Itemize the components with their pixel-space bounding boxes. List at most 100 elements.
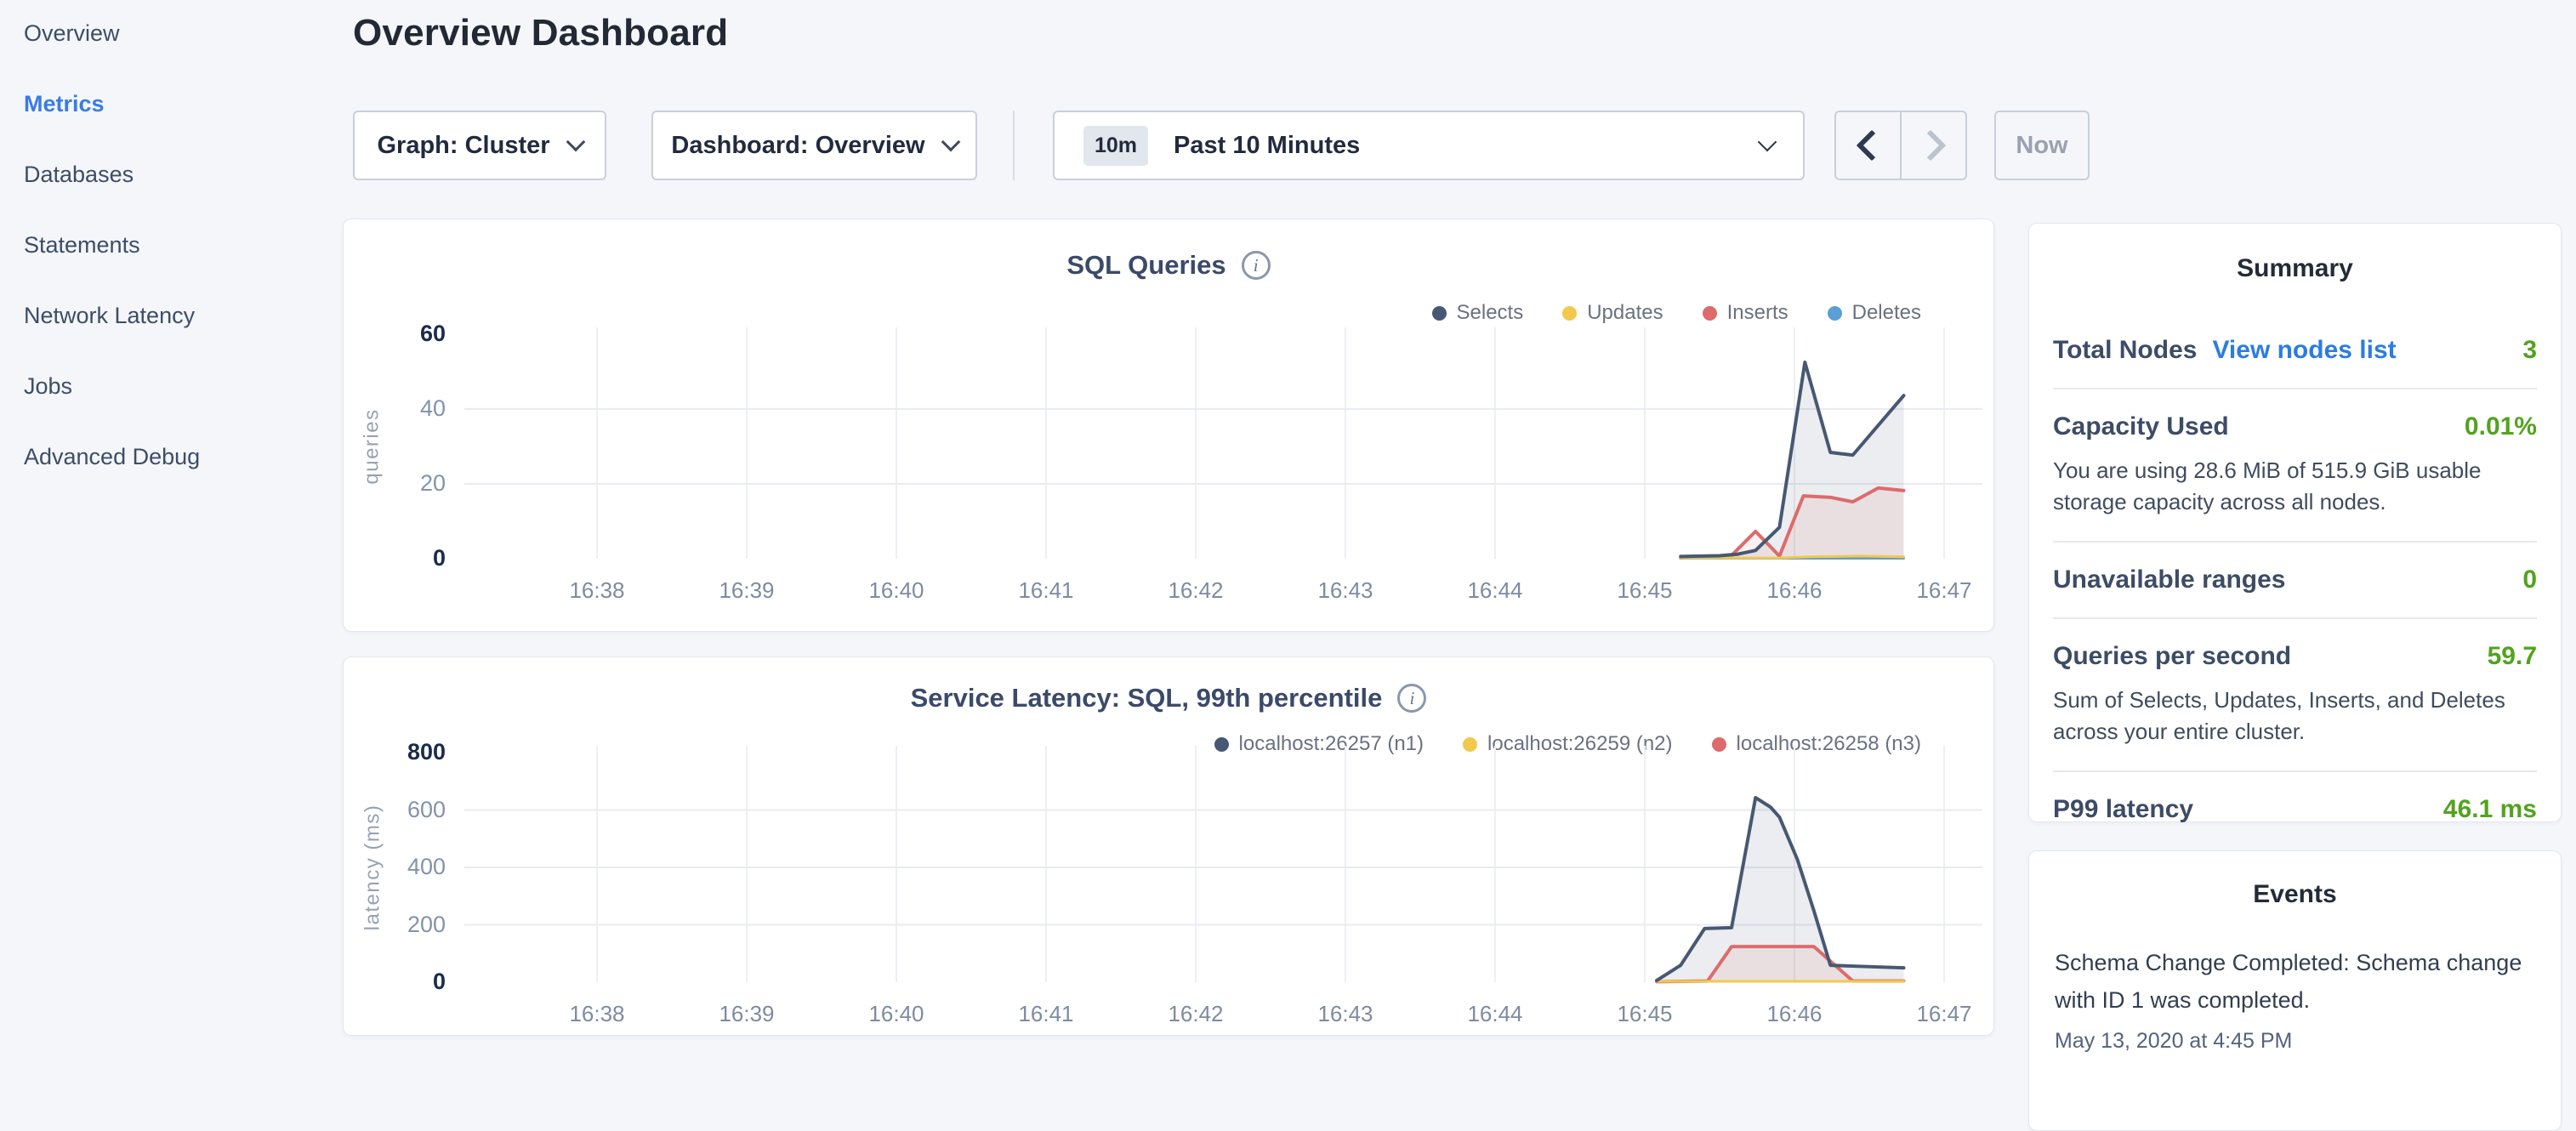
summary-row-desc: Sum of Selects, Updates, Inserts, and De… <box>2053 685 2537 747</box>
x-tick-label: 16:40 <box>858 1001 935 1027</box>
graph-dropdown[interactable]: Graph: Cluster <box>353 111 606 180</box>
legend-item[interactable]: Updates <box>1562 301 1663 325</box>
summary-row: Capacity Used 0.01% You are using 28.6 MiB… <box>2053 412 2537 518</box>
sidebar-item-network-latency[interactable]: Network Latency <box>24 303 313 327</box>
x-tick-label: 16:44 <box>1457 1001 1533 1027</box>
summary-row-label: Queries per second <box>2053 642 2291 671</box>
x-tick-label: 16:43 <box>1307 1001 1384 1027</box>
legend-dot <box>1463 737 1477 752</box>
summary-row-value: 0.01% <box>2465 412 2537 441</box>
summary-row: Total Nodes View nodes list 3 <box>2053 336 2537 365</box>
x-tick-label: 16:40 <box>858 577 935 604</box>
time-nav-group <box>1834 111 1967 180</box>
event-timestamp: May 13, 2020 at 4:45 PM <box>2055 1029 2535 1054</box>
sidebar-item-advanced-debug[interactable]: Advanced Debug <box>24 444 313 468</box>
y-tick-label: 800 <box>379 739 446 765</box>
x-tick-label: 16:47 <box>1906 1001 1982 1027</box>
time-range-label: Past 10 Minutes <box>1174 132 1360 160</box>
chart-plot <box>464 753 1982 982</box>
x-tick-label: 16:46 <box>1756 577 1833 604</box>
summary-row-label: Total Nodes <box>2053 336 2197 365</box>
legend-label: Updates <box>1587 301 1663 325</box>
summary-row-label: Capacity Used <box>2053 412 2229 441</box>
event-item[interactable]: Schema Change Completed: Schema change w… <box>2055 945 2535 1054</box>
legend-item[interactable]: Deletes <box>1828 301 1921 325</box>
summary-panel: Summary Total Nodes View nodes list 3 Capac… <box>2028 223 2562 822</box>
x-tick-label: 16:38 <box>559 577 635 604</box>
x-tick-label: 16:46 <box>1756 1001 1833 1027</box>
chevron-left-icon <box>1856 130 1887 162</box>
summary-row-value: 3 <box>2522 336 2537 365</box>
sidebar-item-statements[interactable]: Statements <box>24 232 313 256</box>
chart-title-row: SQL Queries <box>344 250 1993 281</box>
y-axis-label-box: queries <box>345 334 400 559</box>
x-tick-label: 16:39 <box>708 577 785 604</box>
summary-title: Summary <box>2053 254 2537 283</box>
x-tick-label: 16:41 <box>1008 1001 1084 1027</box>
time-range-badge: 10m <box>1083 126 1148 166</box>
sidebar-item-metrics[interactable]: Metrics <box>24 91 313 115</box>
legend-dot <box>1828 306 1842 321</box>
x-tick-label: 16:41 <box>1008 577 1084 604</box>
divider <box>2053 617 2537 619</box>
legend-label: Deletes <box>1852 301 1921 325</box>
chevron-down-icon <box>941 133 960 152</box>
summary-row: P99 latency46.1 ms <box>2053 795 2537 824</box>
chart-plot <box>464 334 1982 559</box>
info-icon[interactable] <box>1242 251 1271 280</box>
x-tick-label: 16:44 <box>1457 577 1533 604</box>
x-tick-label: 16:42 <box>1157 577 1234 604</box>
y-tick-label: 40 <box>379 395 446 422</box>
summary-row: Queries per second59.7Sum of Selects, Up… <box>2053 642 2537 747</box>
x-tick-label: 16:43 <box>1307 577 1384 604</box>
sidebar: Overview Metrics Databases Statements Networ… <box>24 20 313 514</box>
chart-title: SQL Queries <box>1066 250 1225 281</box>
chart-title: Service Latency: SQL, 99th percentile <box>911 683 1383 713</box>
time-forward-button[interactable] <box>1900 112 1965 179</box>
legend-dot <box>1562 306 1577 321</box>
view-nodes-link[interactable]: View nodes list <box>2212 336 2396 365</box>
service-latency-chart-card: Service Latency: SQL, 99th percentile lo… <box>343 656 1994 1036</box>
legend-item[interactable]: Inserts <box>1703 301 1788 325</box>
y-tick-label: 0 <box>379 969 446 995</box>
sidebar-item-databases[interactable]: Databases <box>24 162 313 185</box>
events-list: Schema Change Completed: Schema change w… <box>2055 945 2535 1054</box>
divider <box>2053 770 2537 772</box>
legend-label: Selects <box>1457 301 1524 325</box>
dashboard-dropdown-label: Dashboard: Overview <box>671 132 924 160</box>
summary-row-label: P99 latency <box>2053 795 2193 824</box>
chart-title-row: Service Latency: SQL, 99th percentile <box>344 683 1993 713</box>
dashboard-dropdown[interactable]: Dashboard: Overview <box>651 111 977 180</box>
time-back-button[interactable] <box>1836 112 1900 179</box>
event-text: Schema Change Completed: Schema change w… <box>2055 945 2535 1019</box>
events-title: Events <box>2055 880 2535 909</box>
x-tick-label: 16:42 <box>1157 1001 1234 1027</box>
sidebar-item-overview[interactable]: Overview <box>24 20 313 44</box>
events-panel: Events Schema Change Completed: Schema c… <box>2028 850 2562 1131</box>
now-button[interactable]: Now <box>1994 111 2090 180</box>
x-tick-label: 16:45 <box>1606 577 1683 604</box>
y-tick-label: 20 <box>379 470 446 497</box>
sidebar-item-jobs[interactable]: Jobs <box>24 373 313 397</box>
chart-legend: Selects Updates Inserts Deletes <box>1432 301 1922 325</box>
chevron-down-icon <box>1758 133 1777 152</box>
y-tick-label: 60 <box>379 321 446 347</box>
legend-dot <box>1703 306 1717 321</box>
legend-dot <box>1214 737 1229 752</box>
legend-dot <box>1432 306 1447 321</box>
summary-row-label: Unavailable ranges <box>2053 566 2285 594</box>
x-tick-label: 16:38 <box>559 1001 635 1027</box>
y-tick-label: 600 <box>379 797 446 823</box>
controls-divider <box>1013 111 1015 180</box>
summary-row-desc: You are using 28.6 MiB of 515.9 GiB usab… <box>2053 455 2537 518</box>
y-tick-label: 0 <box>379 545 446 571</box>
time-range-dropdown[interactable]: 10m Past 10 Minutes <box>1053 111 1805 180</box>
page-title: Overview Dashboard <box>353 12 728 54</box>
divider <box>2053 388 2537 389</box>
x-tick-label: 16:45 <box>1606 1001 1683 1027</box>
x-tick-label: 16:39 <box>708 1001 785 1027</box>
info-icon[interactable] <box>1397 684 1426 713</box>
x-tick-label: 16:47 <box>1906 577 1982 604</box>
legend-label: Inserts <box>1727 301 1788 325</box>
legend-item[interactable]: Selects <box>1432 301 1524 325</box>
